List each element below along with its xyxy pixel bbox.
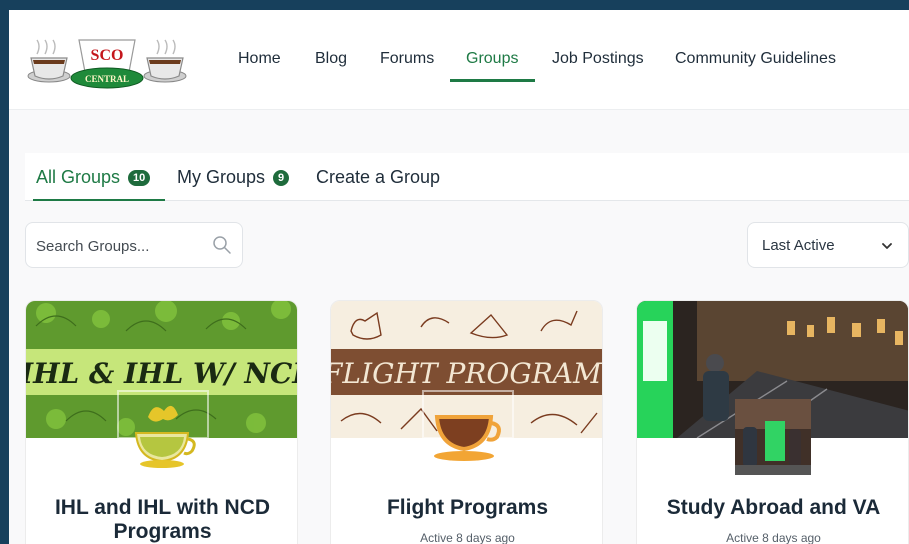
nav-blog[interactable]: Blog xyxy=(315,50,347,68)
group-last-active: Active 8 days ago xyxy=(420,531,515,544)
group-avatar xyxy=(735,399,811,475)
search-box xyxy=(25,222,243,268)
tab-active-indicator xyxy=(33,199,165,201)
group-title[interactable]: Flight Programs xyxy=(331,496,602,520)
group-card[interactable]: Study Abroad and VA Active 8 days ago xyxy=(636,300,909,544)
group-card[interactable]: IHL & IHL W/ NCD IHL and IHL with NCD Pr… xyxy=(25,300,298,544)
nav-job-postings[interactable]: Job Postings xyxy=(552,50,644,68)
group-tabs: All Groups 10 My Groups 9 Create a Group xyxy=(25,153,909,201)
nav-community-guidelines[interactable]: Community Guidelines xyxy=(675,50,836,68)
tab-all-groups[interactable]: All Groups 10 xyxy=(36,167,151,188)
tea-cup-icon xyxy=(134,405,196,468)
tab-create-group[interactable]: Create a Group xyxy=(316,167,440,188)
main-nav: Home Blog Forums Groups Job Postings Com… xyxy=(9,10,909,110)
site-header: SCO CENTRAL Home Blog Forums Groups Job … xyxy=(9,10,909,110)
page: SCO CENTRAL Home Blog Forums Groups Job … xyxy=(9,10,909,544)
group-card[interactable]: FLIGHT PROGRAMS Flight Programs Active 8… xyxy=(330,300,603,544)
tab-all-groups-label: All Groups xyxy=(36,167,121,187)
group-last-active: Active 8 days ago xyxy=(726,531,821,544)
cover-banner-text: IHL & IHL W/ NCD xyxy=(26,357,298,390)
tab-my-groups[interactable]: My Groups 9 xyxy=(177,167,290,188)
all-groups-count-badge: 10 xyxy=(128,169,151,186)
search-input[interactable] xyxy=(36,235,206,257)
chevron-down-icon xyxy=(882,243,892,249)
group-title[interactable]: Study Abroad and VA xyxy=(637,496,908,520)
tab-my-groups-label: My Groups xyxy=(177,167,266,187)
nav-home[interactable]: Home xyxy=(238,50,281,68)
cover-banner-text: FLIGHT PROGRAMS xyxy=(331,357,603,390)
nav-active-indicator xyxy=(450,79,535,82)
search-icon[interactable] xyxy=(212,235,232,255)
coffee-cup-icon xyxy=(434,415,501,461)
nav-forums[interactable]: Forums xyxy=(380,50,434,68)
sort-selected-value: Last Active xyxy=(762,237,835,254)
group-title[interactable]: IHL and IHL with NCD Programs xyxy=(26,496,297,544)
sort-select[interactable]: Last Active xyxy=(747,222,909,268)
my-groups-count-badge: 9 xyxy=(273,169,290,186)
nav-groups[interactable]: Groups xyxy=(466,50,518,68)
